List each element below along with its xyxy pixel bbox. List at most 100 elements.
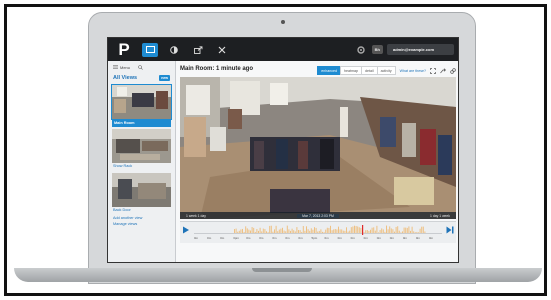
activity-bar [245,226,247,233]
activity-bar [325,229,327,233]
activity-bar [392,229,394,233]
activity-bar [386,225,387,233]
store-camera-image [180,77,456,219]
tab-heatmap[interactable]: heatmap [340,66,363,75]
activity-bar [419,228,421,233]
sidebar-heading[interactable]: All Views new [108,73,175,83]
app-screen: P Bh admin@example.com Menu All Views ne… [107,37,459,263]
new-view-badge[interactable]: new [159,75,170,81]
activity-bar [278,229,280,233]
activity-bar [317,231,319,233]
timeline-tick-label: 0m [389,236,394,240]
activity-bar [418,232,419,233]
activity-bar [397,226,399,233]
timeline-tick-label: 3pm [233,236,239,240]
activity-bar [242,228,243,233]
activity-bar [293,230,295,233]
nav-cameras-icon[interactable] [142,42,158,57]
activity-bar [304,230,306,233]
activity-bar [288,229,290,233]
activity-bar [387,229,389,233]
skip-back-controls[interactable]: 1 week 1 day [186,214,206,218]
laptop-notch [252,268,312,272]
timeline-tick-label: 0m [324,236,329,240]
activity-bar [269,225,271,233]
activity-bar [298,230,299,233]
main-panel: Main Room: 1 minute ago enhanced heatmap… [176,61,458,262]
activity-bar [370,229,371,233]
link-icon[interactable] [450,67,456,74]
activity-bar [270,225,272,233]
search-icon[interactable] [138,64,143,70]
manage-views-link[interactable]: Manage views [108,221,175,227]
timeline[interactable]: 0m 0m 0m 3pm 0m 0m 0m 0m 0m 5pm 0m 0m 0m 0m 0m 0m 0m 0m 0m [180,221,456,243]
activity-bar [390,228,392,233]
activity-bar [272,231,274,233]
activity-bar [378,232,379,233]
play-icon[interactable] [182,226,190,234]
sidebar-item-main-room[interactable]: Main Room [108,84,175,127]
sidebar-item-show-rack[interactable]: Show Rack [108,129,175,171]
activity-bar [243,231,245,233]
user-menu[interactable]: admin@example.com [386,44,454,55]
tab-detail[interactable]: detail [361,66,378,75]
share-icon[interactable] [440,67,446,74]
activity-bar [394,231,395,233]
activity-bar [280,228,282,233]
activity-bar [246,228,248,233]
fullscreen-icon[interactable] [430,67,436,74]
webcam-dot [281,20,285,24]
camera-video-frame[interactable]: 1 week 1 day Mar 7, 2013 2:03 PM 1 day 1… [180,77,456,219]
activity-bar [330,225,331,233]
skip-to-end-icon[interactable] [446,226,454,234]
activity-bar [333,229,335,233]
timeline-tick-label: 0m [285,236,290,240]
activity-bar [410,230,411,233]
activity-bar [363,232,365,233]
user-badge[interactable]: Bh [371,45,383,54]
logo-icon[interactable]: P [114,40,134,60]
activity-bar [307,229,309,233]
activity-bar [402,231,403,233]
all-views-label: All Views [113,75,138,81]
nav-settings-tools-icon[interactable] [214,43,230,57]
activity-bar [290,230,291,233]
activity-bar [354,225,355,233]
timeline-tick-label: 0m [220,236,225,240]
activity-bar [342,230,344,233]
activity-track[interactable] [194,225,442,235]
nav-analytics-icon[interactable] [166,43,182,57]
tab-enhanced[interactable]: enhanced [317,66,342,75]
timeline-tick-label: 5pm [311,236,318,240]
view-thumbnail [112,173,171,207]
menu-icon [113,65,118,69]
view-label: Show Rack [113,164,133,168]
timeline-tick-label: 0m [428,236,434,240]
activity-bar [350,227,352,233]
sidebar-item-back-door[interactable]: Back Door [108,173,175,215]
activity-bar [285,231,287,233]
activity-bar [235,228,237,233]
view-label: Main Room [112,119,171,127]
activity-bar [347,231,349,233]
activity-bar [366,229,368,233]
timeline-tick-label: 0m [207,236,212,240]
gear-icon[interactable] [356,45,366,55]
activity-bar [314,227,315,233]
laptop-lid: P Bh admin@example.com Menu All Views ne… [88,12,476,284]
help-link[interactable]: What are these? [400,69,426,73]
tab-activity[interactable]: activity [376,66,396,75]
activity-bar [355,226,357,233]
activity-bar [282,227,283,233]
activity-bar [262,228,264,233]
skip-forward-controls[interactable]: 1 day 1 week [430,214,450,218]
timeline-tick-label: 0m [415,236,421,240]
activity-bar [283,230,285,233]
activity-bar [360,228,362,233]
nav-share-icon[interactable] [190,43,206,57]
activity-bar [254,231,256,233]
activity-bar [315,227,317,233]
activity-bar [346,227,347,233]
sidebar-menu-row[interactable]: Menu [108,61,175,73]
timeline-ticks: 0m 0m 0m 3pm 0m 0m 0m 0m 0m 5pm 0m 0m 0m 0m 0m 0m 0m 0m 0m [194,236,442,242]
